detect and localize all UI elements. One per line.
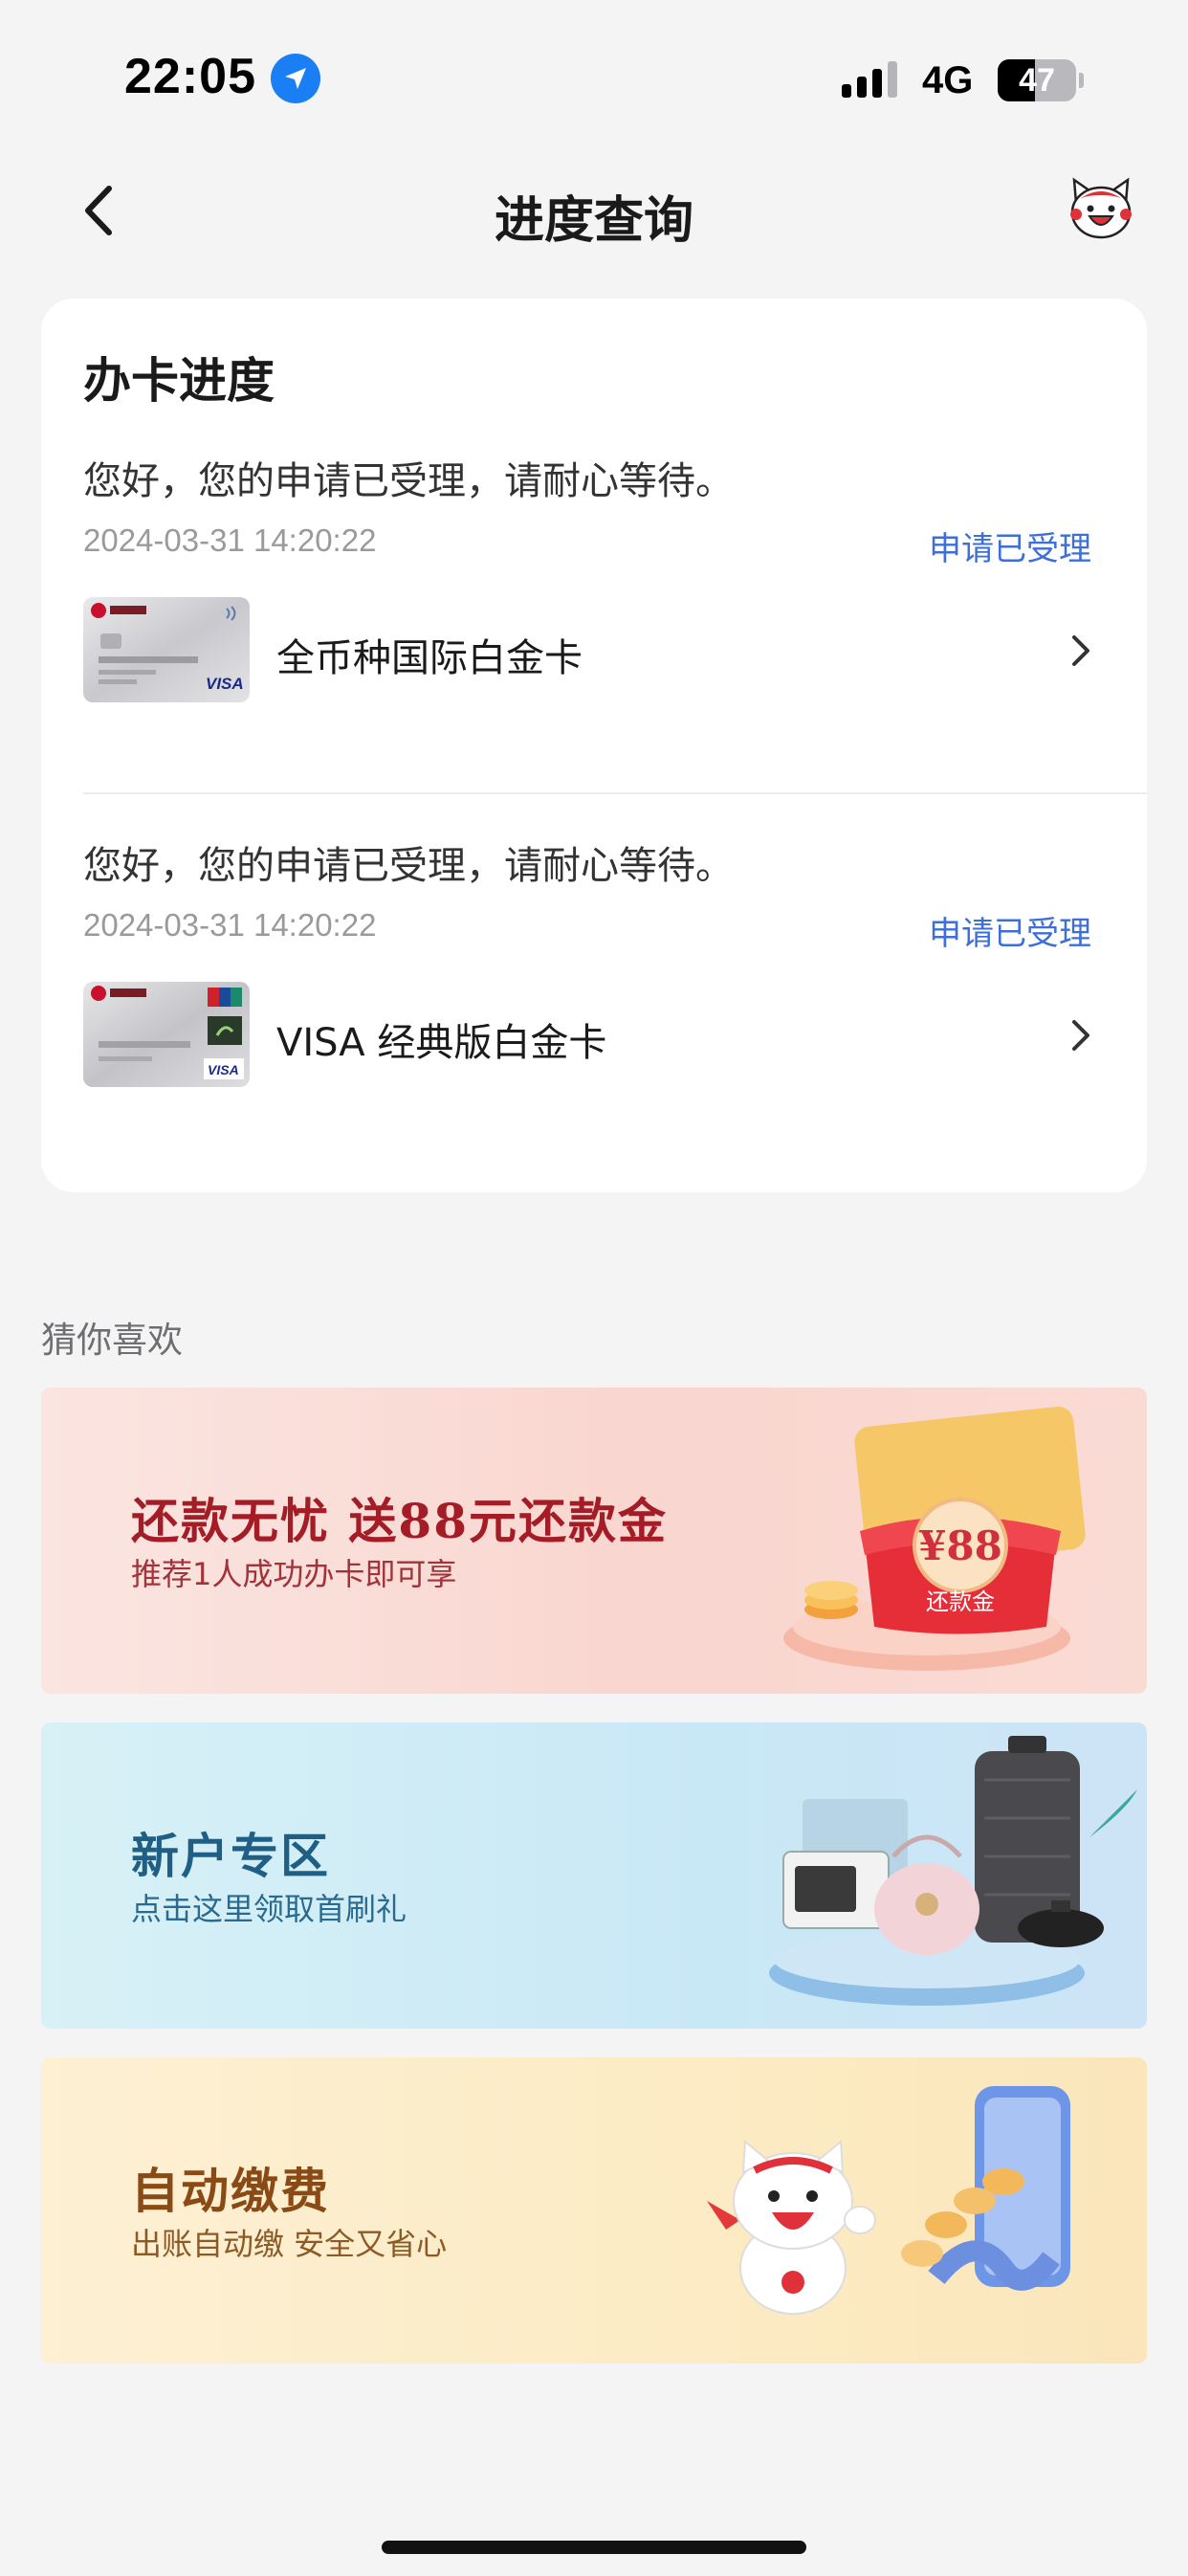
status-time: 22:05 xyxy=(124,49,256,104)
recommend-section-title: 猜你喜欢 xyxy=(41,1320,183,1361)
card-product-name: VISA 经典版白金卡 xyxy=(276,1021,607,1065)
home-indicator[interactable] xyxy=(382,2541,806,2554)
page-title: 进度查询 xyxy=(494,192,693,250)
entry-status: 申请已受理 xyxy=(929,915,1091,953)
promo-banner-new-user[interactable]: 新户专区 点击这里领取首刷礼 xyxy=(41,1722,1147,2029)
chevron-right-icon xyxy=(1061,1016,1099,1055)
promo-banner-repayment[interactable]: 还款无忧 送88元还款金 推荐1人成功办卡即可享 ¥88 还款金 xyxy=(41,1388,1147,1694)
promo-banner-autopay[interactable]: 自动缴费 出账自动缴 安全又省心 xyxy=(41,2057,1147,2364)
battery-level: 47 xyxy=(1019,62,1055,99)
progress-entry: 您好，您的申请已受理，请耐心等待。 2024-03-31 14:20:22 申请… xyxy=(41,450,1147,833)
divider xyxy=(83,792,1147,794)
location-arrow-icon xyxy=(271,54,320,103)
entry-message: 您好，您的申请已受理，请耐心等待。 xyxy=(83,459,734,503)
svg-text:VISA: VISA xyxy=(208,1062,239,1077)
network-type: 4G xyxy=(922,59,974,101)
banner-title: 新户专区 xyxy=(131,1828,330,1884)
gift-products-illustration xyxy=(688,1722,1147,2029)
card-product-name: 全币种国际白金卡 xyxy=(276,636,583,680)
card-item-row[interactable]: VISA 全币种国际白金卡 xyxy=(41,593,1147,708)
cat-mascot-icon xyxy=(1070,177,1132,239)
nav-bar: 进度查询 xyxy=(0,153,1188,268)
banner-title: 还款无忧 送88元还款金 xyxy=(131,1493,668,1549)
gift-card-illustration: ¥88 还款金 xyxy=(688,1388,1147,1694)
banner-subtitle: 推荐1人成功办卡即可享 xyxy=(131,1556,457,1592)
chevron-right-icon xyxy=(1061,632,1099,670)
progress-entry: 您好，您的申请已受理，请耐心等待。 2024-03-31 14:20:22 申请… xyxy=(41,834,1147,1217)
card-item-row[interactable]: VISA VISA 经典版白金卡 xyxy=(41,978,1147,1093)
banner-subtitle: 出账自动缴 安全又省心 xyxy=(131,2226,448,2262)
status-bar: 22:05 4G 47 xyxy=(0,0,1188,153)
progress-card: 办卡进度 您好，您的申请已受理，请耐心等待。 2024-03-31 14:20:… xyxy=(41,299,1147,1192)
entry-time: 2024-03-31 14:20:22 xyxy=(83,907,377,943)
entry-message: 您好，您的申请已受理，请耐心等待。 xyxy=(83,844,734,888)
cellular-signal-icon xyxy=(842,59,905,101)
credit-card-image: VISA xyxy=(83,982,250,1087)
card-section-title: 办卡进度 xyxy=(83,353,275,409)
badge-amount: ¥88 xyxy=(918,1522,1002,1569)
entry-status: 申请已受理 xyxy=(929,530,1091,568)
svg-text:VISA: VISA xyxy=(206,675,244,693)
banner-subtitle: 点击这里领取首刷礼 xyxy=(131,1891,407,1927)
banner-title: 自动缴费 xyxy=(131,2163,330,2219)
mascot-phone-illustration xyxy=(688,2057,1147,2364)
credit-card-image: VISA xyxy=(83,597,250,702)
assistant-button[interactable] xyxy=(1067,174,1135,243)
entry-time: 2024-03-31 14:20:22 xyxy=(83,522,377,558)
badge-label: 还款金 xyxy=(926,1588,995,1615)
battery-icon: 47 xyxy=(998,59,1084,101)
